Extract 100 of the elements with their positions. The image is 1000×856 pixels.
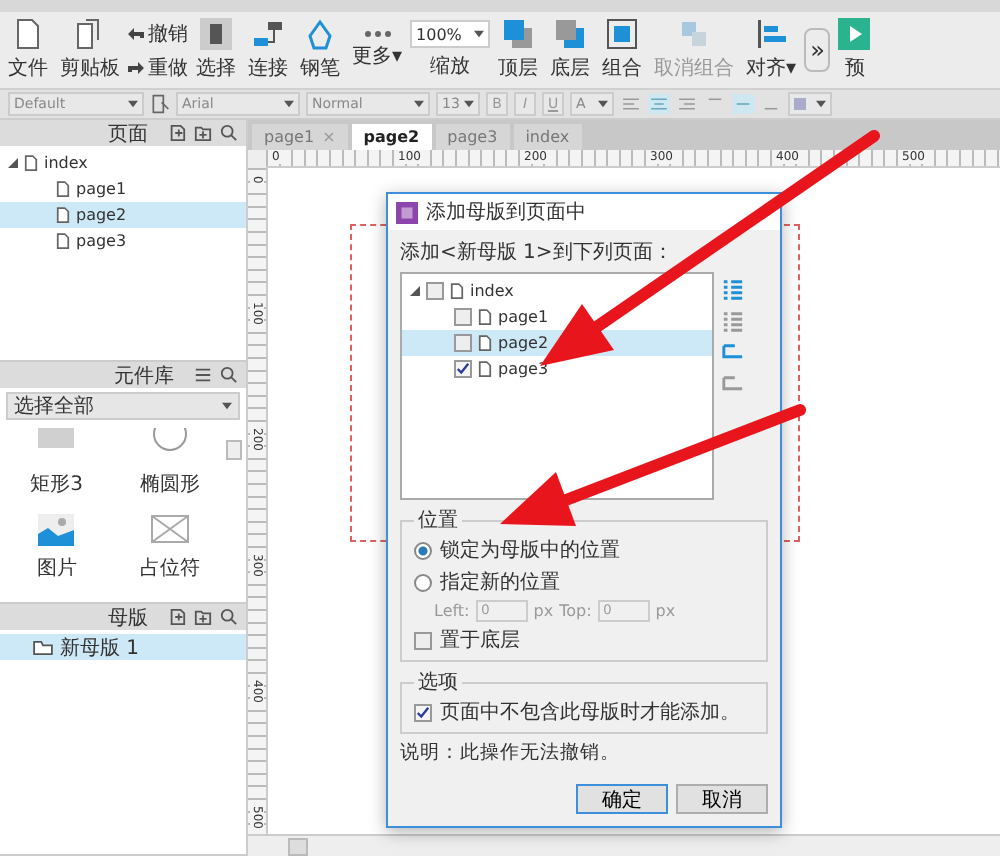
add-folder-icon[interactable] <box>194 124 212 142</box>
scrollbar[interactable] <box>288 837 308 855</box>
toolbar-button[interactable]: 顶层 <box>494 18 543 82</box>
checkbox[interactable] <box>414 703 432 721</box>
image-icon[interactable] <box>36 512 77 548</box>
checkbox[interactable] <box>414 631 432 649</box>
search-icon[interactable] <box>220 124 238 142</box>
scrollbar[interactable] <box>226 440 242 460</box>
radio-button[interactable] <box>414 541 432 559</box>
toolbar-button[interactable]: » <box>804 28 831 72</box>
tree-icon[interactable] <box>722 374 744 396</box>
note-text: 说明：此操作无法撤销。 <box>400 740 622 766</box>
tree-icon[interactable] <box>722 342 744 364</box>
caret-icon <box>128 100 138 108</box>
align-left-icon[interactable] <box>620 94 642 114</box>
add-page-icon[interactable] <box>168 124 186 142</box>
panel-title: 元件库 <box>114 363 174 389</box>
redo-icon <box>128 61 144 73</box>
bring-front-icon <box>502 18 535 50</box>
play-icon <box>838 18 871 50</box>
toolbar-button[interactable]: 组合 <box>598 18 647 82</box>
send-back-icon <box>554 18 587 50</box>
tree-item[interactable]: page3 <box>402 356 712 382</box>
unit-label: px <box>533 602 554 620</box>
caret-icon <box>816 100 826 108</box>
widget-label: 图片 <box>36 555 77 582</box>
undo-button[interactable]: 撤销 <box>128 19 188 47</box>
add-page-icon[interactable] <box>168 608 186 626</box>
option-label: 锁定为母版中的位置 <box>440 537 620 564</box>
select-icon <box>200 18 232 50</box>
ungroup-icon <box>678 18 711 50</box>
align-middle-icon[interactable] <box>732 94 754 114</box>
checkbox[interactable] <box>454 334 472 352</box>
option-label: 指定新的位置 <box>440 569 560 596</box>
zoom-select[interactable]: 100% <box>410 20 491 48</box>
widget-label: 矩形3 <box>30 472 83 498</box>
toolbar-button[interactable]: 钢笔 <box>296 18 344 82</box>
caret-icon <box>414 100 424 108</box>
caret-icon <box>222 402 232 410</box>
group-title: 选项 <box>416 669 460 696</box>
master-item[interactable]: 新母版 1 <box>0 634 246 660</box>
add-folder-icon[interactable] <box>194 608 212 626</box>
ruler-corner <box>248 150 266 168</box>
toolbar-button[interactable]: 对齐▾ <box>742 18 801 82</box>
field-label: Left: <box>434 602 470 620</box>
redo-button[interactable]: 重做 <box>128 53 188 81</box>
caret-icon <box>464 100 474 108</box>
expand-toggle[interactable] <box>410 286 420 296</box>
tree-item[interactable]: page2 <box>0 202 246 228</box>
align-center-icon[interactable] <box>648 94 670 114</box>
checkbox[interactable] <box>454 360 472 378</box>
toolbar-button[interactable]: 预 <box>834 18 875 82</box>
widget-label: 占位符 <box>139 555 200 582</box>
menu-icon[interactable] <box>194 366 212 384</box>
search-icon[interactable] <box>220 366 238 384</box>
toolbar-button[interactable]: 更多▾ <box>348 30 407 70</box>
pen-icon <box>304 18 336 50</box>
caret-icon <box>284 100 294 108</box>
panel-title: 页面 <box>108 121 148 147</box>
caret-icon <box>474 30 485 38</box>
field-label: Top: <box>559 602 592 620</box>
fill-select[interactable] <box>788 92 832 116</box>
tree-item[interactable]: page1 <box>0 176 246 202</box>
tree-item[interactable]: page3 <box>0 228 246 254</box>
tab[interactable]: page2 <box>351 124 432 150</box>
list-icon[interactable] <box>722 310 744 332</box>
panel-title: 母版 <box>108 605 148 631</box>
widget-label: 椭圆形 <box>139 471 200 498</box>
zoom-label: 缩放 <box>430 53 471 80</box>
expand-toggle[interactable] <box>8 158 18 168</box>
library-select[interactable]: 选择全部 <box>6 392 240 420</box>
format-painter-icon[interactable] <box>150 94 170 114</box>
cancel-button[interactable]: 取消 <box>676 784 768 814</box>
tree-item[interactable]: index <box>402 278 712 304</box>
list-icon[interactable] <box>722 278 744 300</box>
ok-button[interactable]: 确定 <box>576 784 668 814</box>
caret-icon <box>598 100 608 108</box>
toolbar-button[interactable]: 剪贴板 <box>56 18 124 82</box>
toolbar-button[interactable]: 选择 <box>192 18 240 82</box>
placeholder-icon[interactable] <box>149 512 190 548</box>
document-icon <box>12 18 44 50</box>
toolbar-button[interactable]: 文件 <box>4 18 52 82</box>
option-label: 置于底层 <box>440 627 520 654</box>
toolbar-button[interactable]: 连接 <box>244 18 292 82</box>
group-icon <box>606 18 639 50</box>
instruction-text: 添加<新母版 1>到下列页面： <box>400 239 675 266</box>
unit-label: px <box>655 602 676 620</box>
undo-icon <box>128 27 144 39</box>
checkbox[interactable] <box>454 308 472 326</box>
master-icon <box>32 639 54 655</box>
radio-button[interactable] <box>414 573 432 591</box>
tree-item[interactable]: page1 <box>402 304 712 330</box>
connector-icon <box>252 18 284 50</box>
dots-icon <box>361 30 394 38</box>
dialog-title: 添加母版到页面中 <box>426 199 588 226</box>
tree-item[interactable]: index <box>0 150 246 176</box>
checkbox[interactable] <box>426 282 444 300</box>
align-right-icon[interactable] <box>676 94 698 114</box>
toolbar-button[interactable]: 底层 <box>546 18 595 82</box>
search-icon[interactable] <box>220 608 238 626</box>
